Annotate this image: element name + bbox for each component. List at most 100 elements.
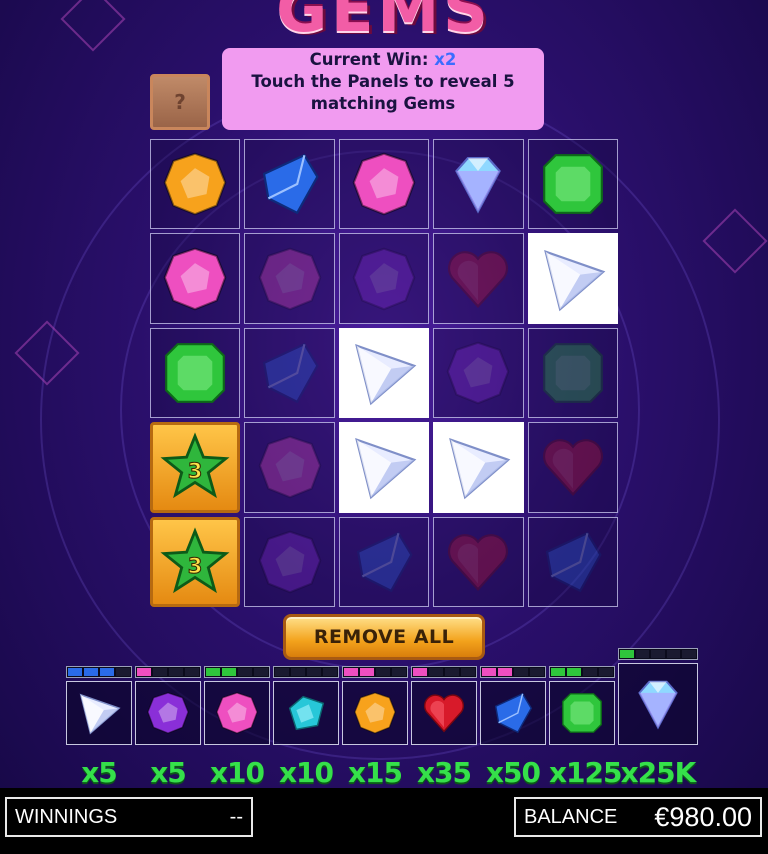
cyan-gem-icon (288, 695, 325, 731)
progress-segment (169, 668, 183, 676)
progress-segment (429, 668, 443, 676)
grid-panel-r3-c4[interactable] (433, 327, 524, 419)
current-win-label: Current Win: (309, 50, 435, 69)
progress-segment (116, 668, 130, 676)
white-gem-icon (543, 249, 606, 311)
instruction-text: Touch the Panels to reveal 5 matching Ge… (251, 72, 515, 113)
grid-panel-r4-c5[interactable] (527, 422, 618, 513)
progress-segment (206, 668, 220, 676)
pink-gem-icon (258, 435, 321, 499)
current-win-line: Current Win: x2 (222, 49, 544, 71)
paytable-multiplier: x10 (209, 756, 265, 789)
progress-segment (344, 668, 358, 676)
paytable-item-orange: x15 (342, 666, 408, 789)
grid-panel-r4-c2[interactable] (244, 422, 335, 513)
paytable-item-cyan: x10 (273, 666, 339, 789)
red-gem-icon (424, 694, 464, 733)
progress-bar (135, 666, 201, 678)
grid-panel-r5-c4[interactable] (433, 516, 524, 607)
progress-segment (445, 668, 459, 676)
red-gem-icon (542, 439, 603, 497)
grid-panel-r2-c2[interactable] (244, 233, 335, 324)
grid-panel-r3-c3[interactable] (338, 327, 430, 419)
progress-segment (567, 668, 581, 676)
grid-panel-r2-c5[interactable] (527, 233, 618, 324)
grid-panel-r4-c4[interactable] (433, 422, 524, 513)
white-gem-icon (79, 693, 121, 735)
grid-panel-r2-c4[interactable] (433, 233, 524, 324)
progress-bar (618, 648, 698, 660)
grid-panel-r5-c5[interactable] (527, 516, 618, 607)
progress-segment (376, 668, 390, 676)
grid-panel-r1-c1[interactable] (150, 139, 241, 230)
progress-segment (551, 668, 565, 676)
pink-gem-icon (216, 692, 258, 734)
game-title: GEMS (276, 0, 492, 46)
paytable-multiplier: x50 (485, 756, 541, 789)
progress-segment (482, 668, 496, 676)
green-gem-icon (165, 343, 226, 403)
paytable-item-purple: x5 (135, 666, 201, 789)
blue-gem-icon (494, 692, 533, 734)
pink-gem-icon (163, 247, 227, 310)
progress-segment (323, 668, 337, 676)
progress-segment (583, 668, 597, 676)
white-gem-icon (449, 438, 511, 500)
winnings-value: -- (229, 805, 243, 828)
white-gem-icon (355, 343, 417, 406)
grid-panel-r5-c1[interactable]: 3 (150, 516, 241, 607)
progress-segment (307, 668, 321, 676)
progress-segment (137, 668, 151, 676)
progress-bar (480, 666, 546, 678)
blue-gem-icon (262, 153, 319, 215)
star-icon: 3 (160, 527, 230, 593)
star-count: 3 (188, 460, 203, 484)
paytable-gem-box (135, 681, 201, 745)
balance-value: €980.00 (654, 801, 752, 832)
pink-gem-icon (258, 247, 321, 310)
grid-panel-r5-c3[interactable] (338, 516, 430, 607)
progress-segment (530, 668, 544, 676)
paytable-multiplier: x5 (81, 756, 118, 789)
diamond-gem-icon (455, 157, 502, 214)
paytable-gem-box (273, 681, 339, 745)
progress-segment (514, 668, 528, 676)
star-count: 3 (188, 554, 203, 578)
paytable-multiplier: x125 (549, 756, 623, 789)
progress-segment (620, 650, 634, 658)
progress-bar (342, 666, 408, 678)
paytable-item-diamond: x25K (618, 648, 698, 789)
paytable-gem-box (549, 681, 615, 745)
grid-panel-r1-c3[interactable] (338, 139, 430, 230)
blue-gem-icon (262, 342, 319, 404)
progress-segment (666, 650, 681, 658)
grid-panel-r3-c5[interactable] (527, 327, 618, 419)
grid-panel-r4-c1[interactable]: 3 (150, 422, 241, 513)
grid-panel-r5-c2[interactable] (244, 516, 335, 607)
paytable-gem-box (480, 681, 546, 745)
grid-panel-r4-c3[interactable] (338, 422, 430, 513)
paytable-gem-box (342, 681, 408, 745)
progress-segment (360, 668, 374, 676)
mystery-box[interactable]: ? (150, 74, 210, 130)
paytable-gem-box (411, 681, 477, 745)
blue-gem-icon (545, 531, 602, 592)
grid-panel-r1-c2[interactable] (244, 139, 335, 230)
progress-segment (413, 668, 427, 676)
grid-panel-r2-c3[interactable] (338, 233, 430, 324)
grid-panel-r1-c4[interactable] (433, 139, 524, 230)
progress-segment (651, 650, 665, 658)
grid-panel-r2-c1[interactable] (150, 233, 241, 324)
paytable-gem-box (204, 681, 270, 745)
progress-segment (682, 650, 696, 658)
grid-panel-r3-c2[interactable] (244, 327, 335, 419)
grid-panel-r1-c5[interactable] (527, 139, 618, 230)
grid-panel-r3-c1[interactable] (150, 327, 241, 419)
pink-gem-icon (352, 152, 416, 216)
blue-gem-icon (356, 531, 413, 592)
balance-label: BALANCE (524, 805, 618, 828)
paytable: x5 x5 x10 x10 x15 x35 x50 x125 x25K (66, 648, 706, 789)
purple-gem-icon (258, 530, 321, 594)
paytable-item-white: x5 (66, 666, 132, 789)
green-gem-icon (542, 154, 603, 215)
